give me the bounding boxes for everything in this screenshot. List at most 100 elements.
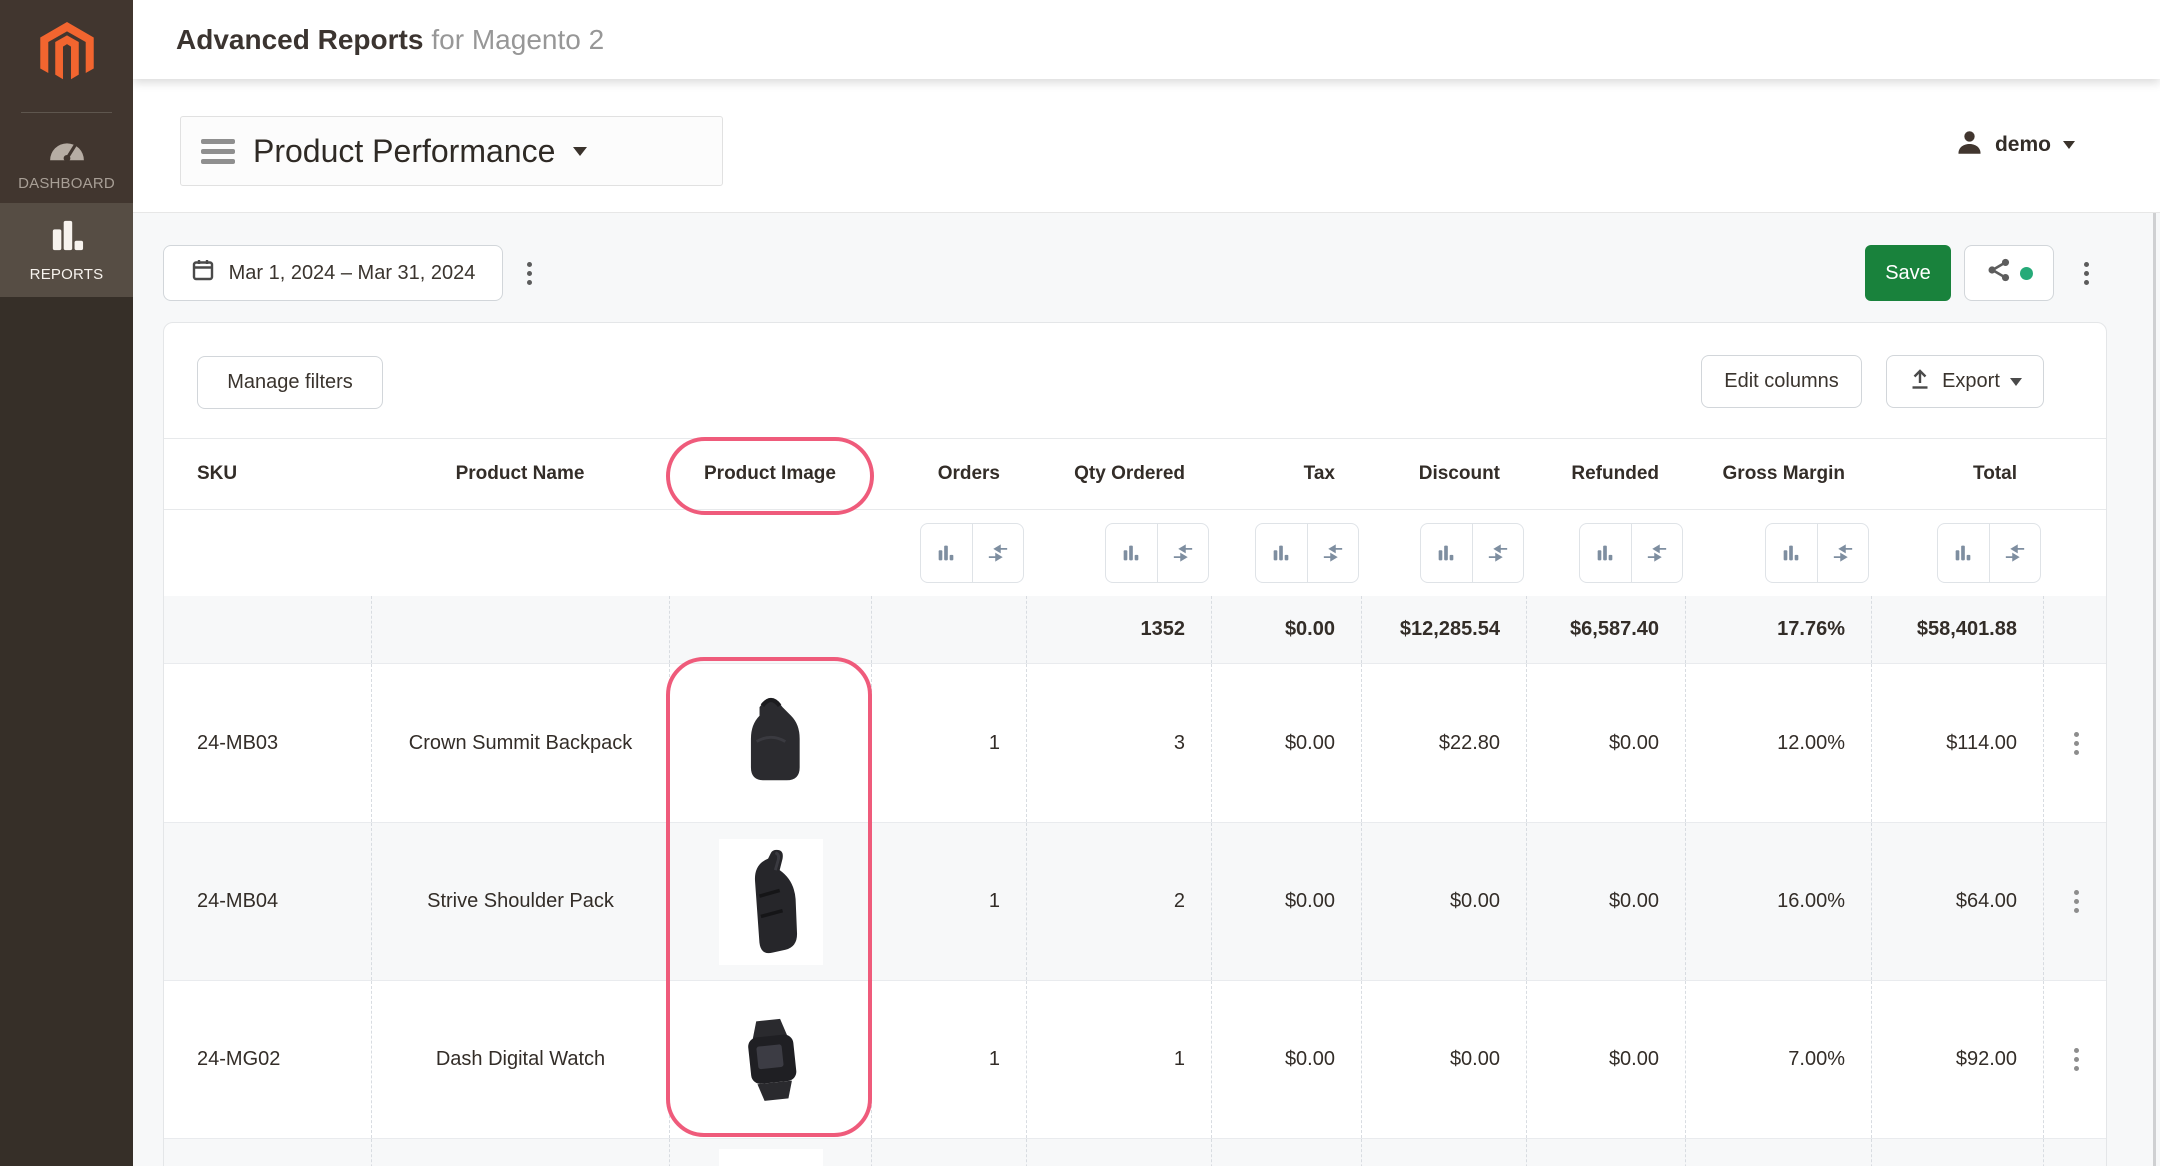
cell-discount: $0.00 bbox=[1361, 981, 1526, 1138]
cell-orders: 1 bbox=[871, 823, 1026, 980]
summary-total: $58,401.88 bbox=[1871, 596, 2043, 663]
table-header-row: SKU Product Name Product Image Orders Qt… bbox=[164, 438, 2106, 510]
column-header-tax[interactable]: Tax bbox=[1211, 439, 1361, 509]
row-actions-kebab-icon[interactable] bbox=[2068, 726, 2085, 761]
column-header-gross-margin[interactable]: Gross Margin bbox=[1685, 439, 1871, 509]
summary-gross-margin: 17.76% bbox=[1685, 596, 1871, 663]
cell-actions bbox=[2043, 823, 2107, 980]
column-header-total[interactable]: Total bbox=[1871, 439, 2043, 509]
advanced-reports-screen: DASHBOARD REPORTS Advanced Reportsfor Ma… bbox=[0, 0, 2160, 1166]
compare-arrows-icon[interactable] bbox=[1817, 524, 1869, 582]
sidebar-item-label: REPORTS bbox=[30, 266, 104, 283]
table-toolbar: Manage filters Edit columns Export bbox=[164, 323, 2106, 438]
menu-icon bbox=[201, 139, 235, 164]
share-button[interactable] bbox=[1964, 245, 2054, 301]
cell-refunded: $0.00 bbox=[1526, 981, 1685, 1138]
mini-bar-chart-icon[interactable] bbox=[1106, 524, 1157, 582]
chevron-down-icon bbox=[2063, 141, 2075, 149]
column-header-product-name[interactable]: Product Name bbox=[371, 439, 669, 509]
user-icon bbox=[1956, 129, 1983, 161]
report-selector-dropdown[interactable]: Product Performance bbox=[180, 116, 723, 186]
page-header: Advanced Reportsfor Magento 2 bbox=[133, 0, 2160, 79]
date-options-kebab-icon[interactable] bbox=[521, 256, 538, 291]
sidebar-item-reports[interactable]: REPORTS bbox=[0, 203, 133, 297]
export-icon bbox=[1908, 367, 1932, 397]
mini-bar-chart-icon[interactable] bbox=[1938, 524, 1989, 582]
report-table-card: Manage filters Edit columns Export SKU P… bbox=[163, 322, 2107, 1166]
compare-arrows-icon[interactable] bbox=[1989, 524, 2041, 582]
chevron-down-icon bbox=[573, 147, 587, 156]
cell-refunded: $0.00 bbox=[1526, 664, 1685, 822]
sidebar-background bbox=[0, 297, 133, 1166]
product-photo bbox=[719, 1149, 823, 1166]
column-header-product-image[interactable]: Product Image bbox=[669, 439, 871, 509]
shoulder-pack-photo bbox=[719, 839, 823, 965]
cell-qty-ordered: 1 bbox=[1026, 981, 1211, 1138]
column-header-discount[interactable]: Discount bbox=[1361, 439, 1526, 509]
cell-product-image bbox=[669, 664, 871, 822]
cell-product-name: Dash Digital Watch bbox=[371, 981, 669, 1138]
mini-bar-chart-icon[interactable] bbox=[1421, 524, 1472, 582]
export-button[interactable]: Export bbox=[1886, 355, 2044, 408]
report-header-band: Product Performance demo bbox=[133, 79, 2160, 213]
date-range-button[interactable]: Mar 1, 2024 – Mar 31, 2024 bbox=[163, 245, 503, 301]
save-button[interactable]: Save bbox=[1865, 245, 1951, 301]
cell-total: $64.00 bbox=[1871, 823, 2043, 980]
column-header-actions bbox=[2043, 439, 2107, 509]
column-tools-row bbox=[164, 510, 2106, 596]
magento-logo[interactable] bbox=[0, 22, 133, 84]
compare-arrows-icon[interactable] bbox=[1307, 524, 1359, 582]
share-icon bbox=[1986, 257, 2012, 289]
report-selector-label: Product Performance bbox=[253, 133, 555, 170]
cell-total: $114.00 bbox=[1871, 664, 2043, 822]
cell-tax: $0.00 bbox=[1211, 664, 1361, 822]
cell-actions bbox=[2043, 664, 2107, 822]
sidebar-item-label: DASHBOARD bbox=[18, 175, 115, 192]
compare-arrows-icon[interactable] bbox=[972, 524, 1024, 582]
summary-actions bbox=[2043, 596, 2107, 663]
report-toolbar: Mar 1, 2024 – Mar 31, 2024 Save bbox=[133, 245, 2160, 301]
scrollbar[interactable] bbox=[2153, 213, 2156, 1166]
column-header-sku[interactable]: SKU bbox=[164, 439, 371, 509]
user-menu[interactable]: demo bbox=[1956, 129, 2075, 161]
manage-filters-button[interactable]: Manage filters bbox=[197, 356, 383, 409]
summary-refunded: $6,587.40 bbox=[1526, 596, 1685, 663]
cell-qty-ordered: 3 bbox=[1026, 664, 1211, 822]
mini-bar-chart-icon[interactable] bbox=[1256, 524, 1307, 582]
page-title: Advanced Reportsfor Magento 2 bbox=[176, 24, 604, 56]
chevron-down-icon bbox=[2010, 378, 2022, 386]
cell-gross-margin: 7.00% bbox=[1685, 981, 1871, 1138]
compare-arrows-icon[interactable] bbox=[1157, 524, 1209, 582]
cell-discount: $22.80 bbox=[1361, 664, 1526, 822]
summary-row: 1352 $0.00 $12,285.54 $6,587.40 17.76% $… bbox=[164, 596, 2106, 664]
report-options-kebab-icon[interactable] bbox=[2078, 256, 2095, 291]
mini-bar-chart-icon[interactable] bbox=[1766, 524, 1817, 582]
mini-bar-chart-icon[interactable] bbox=[1580, 524, 1631, 582]
summary-discount: $12,285.54 bbox=[1361, 596, 1526, 663]
summary-tax: $0.00 bbox=[1211, 596, 1361, 663]
cell-gross-margin: 12.00% bbox=[1685, 664, 1871, 822]
digital-watch-photo bbox=[719, 1001, 823, 1119]
row-actions-kebab-icon[interactable] bbox=[2068, 1042, 2085, 1077]
row-actions-kebab-icon[interactable] bbox=[2068, 884, 2085, 919]
mini-bar-chart-icon[interactable] bbox=[921, 524, 972, 582]
summary-sku bbox=[164, 596, 371, 663]
compare-arrows-icon[interactable] bbox=[1631, 524, 1683, 582]
column-header-qty-ordered[interactable]: Qty Ordered bbox=[1026, 439, 1211, 509]
cell-tax: $0.00 bbox=[1211, 823, 1361, 980]
cell-tax: $0.00 bbox=[1211, 981, 1361, 1138]
column-header-orders[interactable]: Orders bbox=[871, 439, 1026, 509]
table-row: 24-MB04 Strive Shoulder Pack 1 2 $0.00 $… bbox=[164, 823, 2106, 981]
cell-orders: 1 bbox=[871, 664, 1026, 822]
edit-columns-button[interactable]: Edit columns bbox=[1701, 355, 1862, 408]
compare-arrows-icon[interactable] bbox=[1472, 524, 1524, 582]
report-content: Mar 1, 2024 – Mar 31, 2024 Save bbox=[133, 213, 2160, 1166]
cell-total: $92.00 bbox=[1871, 981, 2043, 1138]
cell-product-name: Strive Shoulder Pack bbox=[371, 823, 669, 980]
summary-orders bbox=[871, 596, 1026, 663]
sidebar-item-dashboard[interactable]: DASHBOARD bbox=[0, 128, 133, 196]
table-row: 24-MB03 Crown Summit Backpack 1 3 $0.00 … bbox=[164, 664, 2106, 823]
cell-qty-ordered: 2 bbox=[1026, 823, 1211, 980]
column-header-refunded[interactable]: Refunded bbox=[1526, 439, 1685, 509]
cell-product-image bbox=[669, 981, 871, 1138]
